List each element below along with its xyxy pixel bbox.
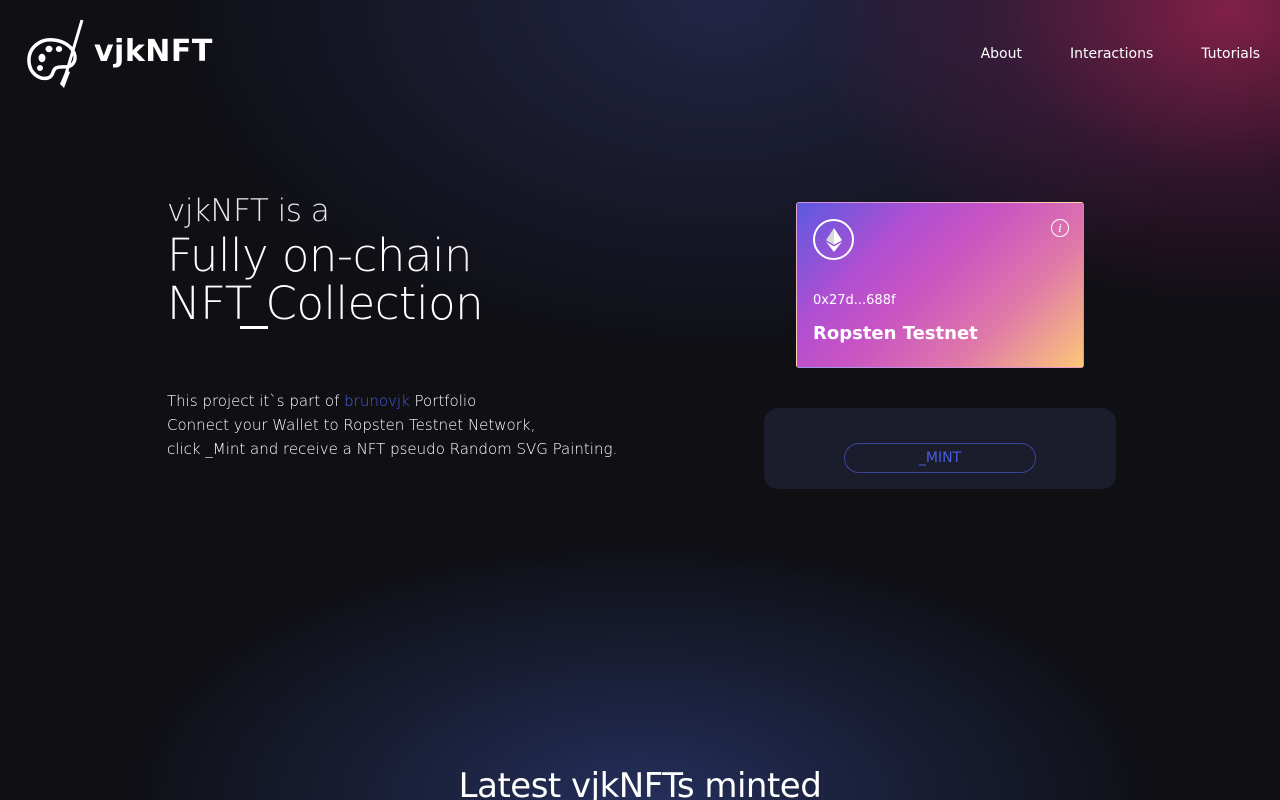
portfolio-link[interactable]: brunovjk — [344, 392, 410, 410]
nav-interactions[interactable]: Interactions — [1070, 46, 1153, 62]
brand-name: vjkNFT — [94, 33, 213, 69]
brand-logo[interactable]: vjkNFT — [26, 18, 226, 90]
main-nav: About Interactions Tutorials — [981, 46, 1260, 62]
mint-button[interactable]: _MINT — [844, 443, 1036, 473]
hero-tagline: Fully on-chain — [167, 232, 687, 280]
mint-panel: _MINT — [764, 408, 1116, 489]
nav-about[interactable]: About — [981, 46, 1022, 62]
info-icon[interactable]: i — [1051, 219, 1069, 237]
network-name: Ropsten Testnet — [813, 323, 978, 344]
ethereum-icon — [813, 219, 854, 260]
description-suffix: Portfolio — [409, 392, 477, 410]
latest-minted-title: Latest vjkNFTs minted — [458, 766, 822, 800]
typing-cursor — [240, 326, 268, 329]
hero-intro: vjkNFT is a — [167, 193, 330, 229]
description-line-2: Connect your Wallet to Ropsten Testnet N… — [167, 416, 536, 434]
palette-brush-icon — [26, 18, 86, 90]
project-description: This project it`s part of brunovjk Portf… — [167, 389, 687, 461]
description-line-3: click _Mint and receive a NFT pseudo Ran… — [167, 440, 618, 458]
hero-collection-text: NFT Collection — [167, 277, 484, 330]
nav-tutorials[interactable]: Tutorials — [1201, 46, 1260, 62]
wallet-card: i 0x27d...688f Ropsten Testnet — [796, 202, 1084, 368]
description-line-1: This project it`s part of brunovjk Portf… — [167, 389, 687, 413]
hero-heading: vjkNFT is a Fully on-chain NFT Collectio… — [167, 190, 687, 330]
hero-collection: NFT Collection — [167, 277, 687, 330]
description-prefix: This project it`s part of — [167, 392, 345, 410]
wallet-address: 0x27d...688f — [813, 293, 896, 308]
